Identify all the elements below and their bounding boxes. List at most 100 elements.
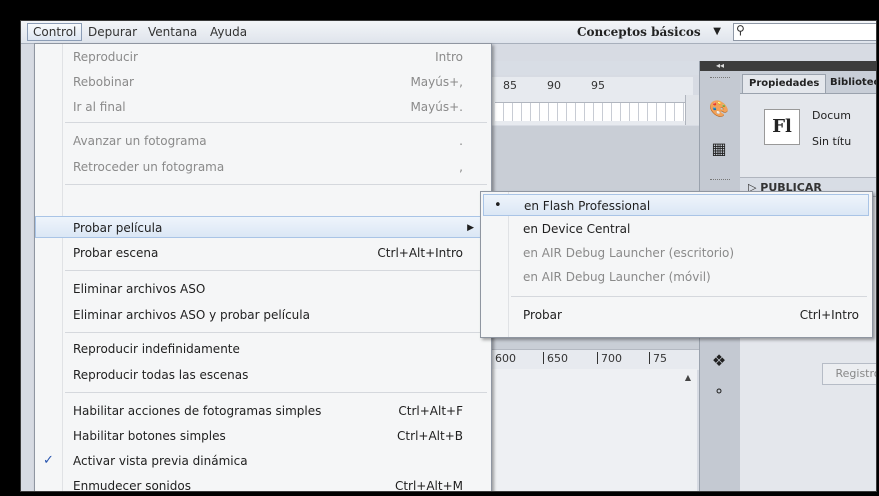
grip-handle[interactable] (710, 179, 730, 182)
submenu-item-air-escritorio[interactable]: en AIR Debug Launcher (escritorio) (483, 242, 869, 264)
submenu-item-label: en AIR Debug Launcher (escritorio) (523, 246, 735, 260)
menu-item-label: Activar vista previa dinámica (73, 454, 248, 468)
tab-propiedades[interactable]: Propiedades (742, 74, 827, 93)
menu-item-habilitar-acciones[interactable]: Habilitar acciones de fotogramas simples… (37, 400, 489, 422)
ruler-number: 600 (495, 352, 516, 365)
menu-item-label: Habilitar botones simples (73, 429, 226, 443)
submenu-item-shortcut: Ctrl+Intro (799, 308, 859, 322)
menu-item-shortcut: Mayús+, (410, 75, 463, 89)
menu-item-eliminar-aso[interactable]: Eliminar archivos ASO (37, 278, 489, 300)
menu-item-reproducir-indefinidamente[interactable]: Reproducir indefinidamente (37, 338, 489, 360)
document-label: Docum (812, 109, 851, 122)
ruler-number: 650 (547, 352, 568, 365)
menu-item-label: Enmudecer sonidos (73, 479, 191, 492)
menu-item-label: Eliminar archivos ASO (73, 282, 206, 296)
search-icon: ⚲ (736, 23, 745, 37)
timeline-scrollbar[interactable] (685, 95, 699, 125)
menu-item-retroceder-fotograma[interactable]: Retroceder un fotograma , (37, 156, 489, 178)
menu-separator (511, 296, 867, 297)
stage-canvas[interactable]: ▲ (489, 369, 697, 491)
ruler-number: 90 (547, 79, 561, 92)
menu-item-reproducir-todas-escenas[interactable]: Reproducir todas las escenas (37, 364, 489, 386)
ruler-number: 75 (653, 352, 667, 365)
menu-item-label: Probar escena (73, 246, 159, 260)
submenu-item-air-movil[interactable]: en AIR Debug Launcher (móvil) (483, 266, 869, 288)
submenu-item-label: Probar (523, 308, 562, 322)
menu-control[interactable]: Control (27, 23, 83, 41)
submenu-item-device-central[interactable]: en Device Central (483, 218, 869, 240)
menu-depurar[interactable]: Depurar (83, 24, 142, 40)
menu-item-label: Rebobinar (73, 75, 134, 89)
radio-bullet-icon: • (494, 198, 502, 213)
menu-separator (65, 184, 487, 185)
menu-item-shortcut: Mayús+. (410, 100, 463, 114)
submenu-arrow-icon: ▶ (467, 223, 474, 233)
ruler-number: 85 (503, 79, 517, 92)
submenu-item-label: en Flash Professional (524, 199, 651, 213)
menu-bar: Control Depurar Ventana Ayuda Conceptos … (21, 21, 876, 44)
menu-separator (65, 122, 487, 123)
menu-item-eliminar-aso-probar[interactable]: Eliminar archivos ASO y probar película (37, 304, 489, 326)
timeline-frames[interactable] (495, 102, 685, 121)
menu-item-shortcut: . (459, 134, 463, 148)
ruler-tick (597, 352, 598, 364)
workspace-label: Conceptos básicos (577, 25, 701, 39)
menu-item-avanzar-fotograma[interactable]: Avanzar un fotograma . (37, 130, 489, 152)
search-input[interactable]: ⚲ (733, 23, 876, 41)
workspace-switcher[interactable]: Conceptos básicos ▼ (569, 23, 725, 41)
menu-item-shortcut: Intro (435, 50, 463, 64)
submenu-item-flash-professional[interactable]: • en Flash Professional (483, 194, 869, 216)
components-icon[interactable]: ❖ (706, 349, 732, 373)
menu-item-shortcut: Ctrl+Alt+F (398, 404, 463, 418)
color-palette-icon[interactable]: 🎨 (706, 97, 732, 121)
menu-item-shortcut: Ctrl+Alt+Intro (377, 246, 463, 260)
submenu-item-label: en Device Central (523, 222, 631, 236)
checkmark-icon: ✓ (43, 453, 54, 468)
menu-item-label: Ir al final (73, 100, 126, 114)
submenu-item-label: en AIR Debug Launcher (móvil) (523, 270, 711, 284)
probar-pelicula-submenu: • en Flash Professional en Device Centra… (480, 191, 873, 338)
ruler-tick (649, 352, 650, 364)
document-name: Sin títu (812, 135, 852, 148)
ruler-number: 95 (591, 79, 605, 92)
menu-item-ir-al-final[interactable]: Ir al final Mayús+. (37, 96, 489, 118)
menu-item-habilitar-botones[interactable]: Habilitar botones simples Ctrl+Alt+B (37, 425, 489, 447)
motion-presets-icon[interactable]: ∘ (706, 379, 732, 403)
menu-item-rebobinar[interactable]: Rebobinar Mayús+, (37, 71, 489, 93)
timeline-ruler: 85 90 95 (485, 77, 693, 125)
collapse-icon[interactable]: ◂◂ (700, 61, 740, 71)
menu-item-label: Avanzar un fotograma (73, 134, 207, 148)
registro-button[interactable]: Registro (822, 363, 876, 385)
menu-item-label: Habilitar acciones de fotogramas simples (73, 404, 322, 418)
panel-tabs: Propiedades Biblioteca (740, 71, 876, 94)
panel-collapse-bar[interactable] (740, 61, 876, 71)
menu-item-label: Reproducir indefinidamente (73, 342, 240, 356)
menu-item-probar-pelicula[interactable]: Probar película ▶ (35, 216, 489, 238)
grip-handle[interactable] (710, 77, 730, 80)
menu-item-shortcut: , (459, 160, 463, 174)
menu-item-reproducir[interactable]: Reproducir Intro (37, 46, 489, 68)
menu-item-label: Reproducir todas las escenas (73, 368, 249, 382)
menu-item-probar-escena[interactable]: Probar escena Ctrl+Alt+Intro (37, 242, 489, 264)
menu-item-shortcut: Ctrl+Alt+M (394, 479, 463, 492)
timeline-header (485, 61, 700, 75)
submenu-item-probar[interactable]: Probar Ctrl+Intro (483, 304, 869, 326)
menu-item-vista-previa-dinamica[interactable]: ✓ Activar vista previa dinámica (37, 450, 489, 472)
menu-item-label: Probar película (73, 221, 163, 235)
menu-item-label: Eliminar archivos ASO y probar película (73, 308, 310, 322)
chevron-down-icon: ▼ (713, 26, 721, 37)
menu-ventana[interactable]: Ventana (143, 24, 202, 40)
menu-separator (65, 392, 487, 393)
tab-biblioteca[interactable]: Biblioteca (824, 74, 876, 92)
application-window: Control Depurar Ventana Ayuda Conceptos … (20, 20, 877, 492)
ruler-number: 700 (601, 352, 622, 365)
scroll-up-icon[interactable]: ▲ (685, 373, 691, 382)
control-menu: Reproducir Intro Rebobinar Mayús+, Ir al… (34, 43, 492, 492)
menu-separator (65, 270, 487, 271)
stage-ruler: 600 650 700 75 (489, 349, 699, 370)
menu-item-shortcut: Ctrl+Alt+B (397, 429, 463, 443)
menu-item-label: Retroceder un fotograma (73, 160, 225, 174)
menu-ayuda[interactable]: Ayuda (205, 24, 252, 40)
menu-item-enmudecer-sonidos[interactable]: Enmudecer sonidos Ctrl+Alt+M (37, 475, 489, 492)
swatches-icon[interactable]: ▦ (706, 137, 732, 161)
